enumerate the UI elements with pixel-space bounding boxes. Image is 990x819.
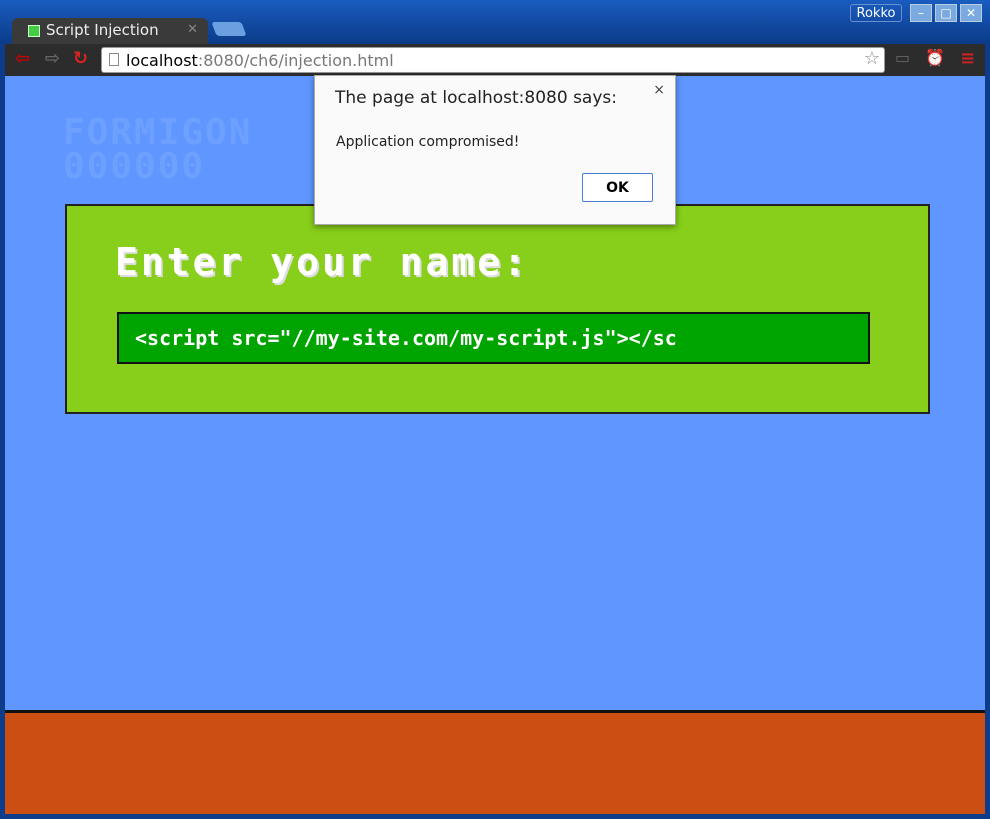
close-window-icon[interactable]: ✕ <box>960 4 982 22</box>
forward-icon[interactable]: ⇨ <box>45 48 60 69</box>
name-input[interactable]: <script src="//my-site.com/my-script.js"… <box>117 312 870 364</box>
back-icon[interactable]: ⇦ <box>15 48 30 69</box>
dialog-close-icon[interactable]: × <box>653 82 665 98</box>
address-bar[interactable]: localhost:8080/ch6/injection.html ☆ <box>101 47 885 73</box>
minimize-icon[interactable]: – <box>910 4 932 22</box>
page-icon <box>109 53 119 66</box>
game-title-watermark: FORMIGON 000000 <box>63 112 253 187</box>
title-bar: Script Injection ✕ Rokko – □ ✕ <box>0 0 990 44</box>
profile-button[interactable]: Rokko <box>850 4 902 22</box>
reload-icon[interactable]: ↻ <box>73 48 88 69</box>
ground-strip <box>5 710 985 814</box>
maximize-icon[interactable]: □ <box>935 4 957 22</box>
alert-dialog: The page at localhost:8080 says: × Appli… <box>314 75 676 225</box>
cast-icon[interactable]: ▭ <box>895 48 910 67</box>
form-heading: Enter your name: <box>115 240 530 284</box>
dialog-title: The page at localhost:8080 says: <box>335 88 617 108</box>
favicon-icon <box>28 25 40 37</box>
toolbar: ⇦ ⇨ ↻ localhost:8080/ch6/injection.html ☆… <box>5 44 985 76</box>
bookmark-star-icon[interactable]: ☆ <box>864 48 880 69</box>
menu-icon[interactable]: ≡ <box>960 48 975 69</box>
name-form: Enter your name: <script src="//my-site.… <box>65 204 930 414</box>
tab-close-icon[interactable]: ✕ <box>187 22 198 37</box>
new-tab-button[interactable] <box>211 22 247 36</box>
dialog-message: Application compromised! <box>336 134 520 150</box>
tab-script-injection[interactable]: Script Injection ✕ <box>12 18 208 44</box>
alarm-clock-icon[interactable]: ⏰ <box>925 48 945 67</box>
ok-button[interactable]: OK <box>582 173 653 202</box>
